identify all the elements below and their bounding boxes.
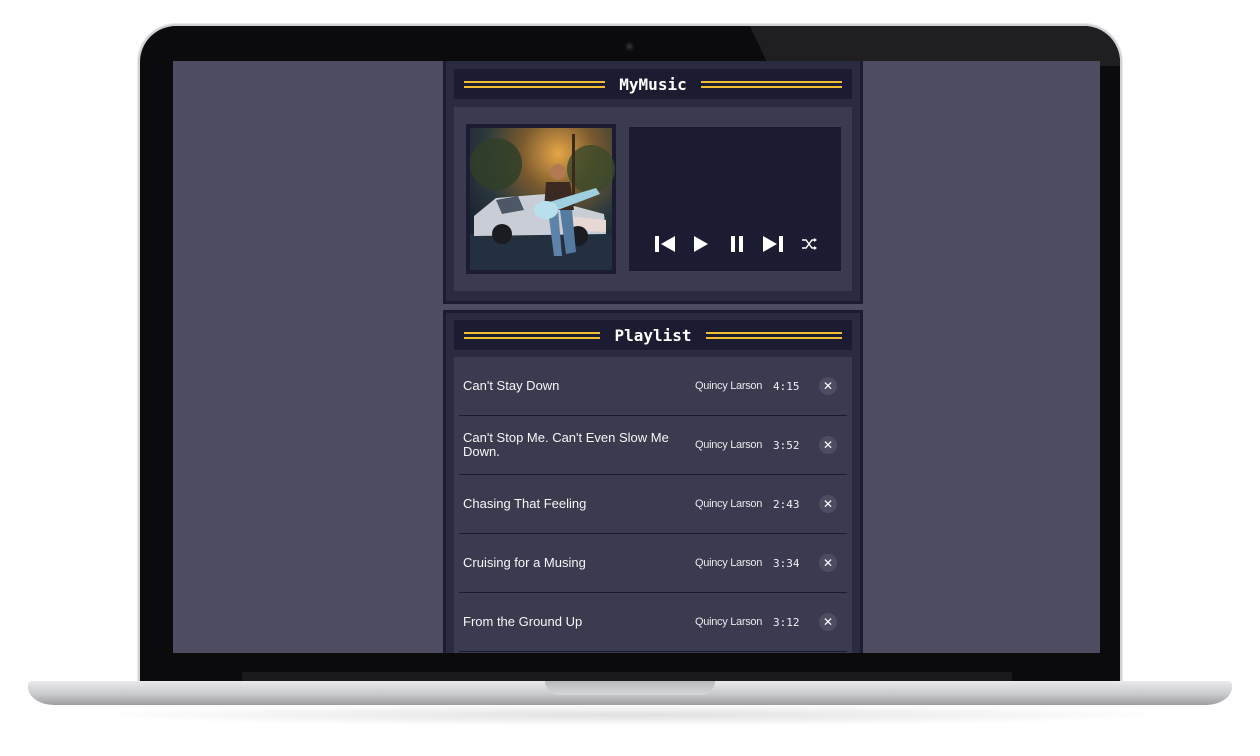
delete-song-button[interactable]: ✕ xyxy=(819,495,837,513)
delete-song-button[interactable]: ✕ xyxy=(819,377,837,395)
bezel-glare xyxy=(750,26,1120,66)
shuffle-button[interactable] xyxy=(791,233,827,255)
song-title[interactable]: Can't Stop Me. Can't Even Slow Me Down. xyxy=(463,431,683,459)
title-decoration-right xyxy=(700,80,842,88)
next-button[interactable] xyxy=(755,233,791,255)
title-decoration-left xyxy=(464,331,601,339)
song-artist: Quincy Larson xyxy=(695,439,763,451)
playlist-title-bar: Playlist xyxy=(454,320,852,350)
song-title[interactable]: Chasing That Feeling xyxy=(463,497,683,511)
song-duration: 4:15 xyxy=(773,379,800,393)
delete-song-button[interactable]: ✕ xyxy=(819,554,837,572)
delete-song-button[interactable]: ✕ xyxy=(819,613,837,631)
close-icon: ✕ xyxy=(822,379,834,393)
song-duration: 3:34 xyxy=(773,556,800,570)
playlist-title: Playlist xyxy=(614,325,692,345)
song-artist: Quincy Larson xyxy=(695,557,763,569)
pause-button[interactable] xyxy=(719,233,755,255)
song-title[interactable]: From the Ground Up xyxy=(463,615,683,629)
song-row[interactable]: Cruising for a Musing Quincy Larson 3:34… xyxy=(459,534,847,593)
song-artist: Quincy Larson xyxy=(695,616,763,628)
play-icon xyxy=(694,236,708,252)
player-display xyxy=(629,127,841,271)
player-controls xyxy=(647,233,827,255)
playlist-content: Can't Stay Down Quincy Larson 4:15 ✕ Can… xyxy=(454,357,852,653)
player-title-bar: MyMusic xyxy=(454,69,852,99)
delete-song-button[interactable]: ✕ xyxy=(819,436,837,454)
player-content xyxy=(454,107,852,291)
song-duration: 3:12 xyxy=(773,615,800,629)
close-icon: ✕ xyxy=(822,438,834,452)
laptop-screen-frame: MyMusic Playlist Can't Stay Down Quincy … xyxy=(140,26,1120,686)
screen: MyMusic Playlist Can't Stay Down Quincy … xyxy=(173,61,1100,653)
album-art xyxy=(466,124,616,274)
next-icon xyxy=(763,236,783,252)
song-title[interactable]: Cruising for a Musing xyxy=(463,556,683,570)
app-title: MyMusic xyxy=(619,74,687,94)
webcam-icon xyxy=(625,42,634,51)
shuffle-icon xyxy=(802,238,817,250)
play-button[interactable] xyxy=(683,233,719,255)
player-panel: MyMusic xyxy=(443,61,863,304)
previous-button[interactable] xyxy=(647,233,683,255)
laptop-shadow xyxy=(80,704,1180,726)
playlist-panel: Playlist Can't Stay Down Quincy Larson 4… xyxy=(443,310,863,653)
previous-icon xyxy=(655,236,675,252)
close-icon: ✕ xyxy=(822,556,834,570)
pause-icon xyxy=(731,236,743,252)
close-icon: ✕ xyxy=(822,615,834,629)
song-artist: Quincy Larson xyxy=(695,498,763,510)
song-artist: Quincy Larson xyxy=(695,380,763,392)
close-icon: ✕ xyxy=(822,497,834,511)
song-row[interactable]: Can't Stay Down Quincy Larson 4:15 ✕ xyxy=(459,357,847,416)
music-player-app: MyMusic Playlist Can't Stay Down Quincy … xyxy=(443,61,863,653)
laptop-notch xyxy=(545,681,715,695)
song-row[interactable]: Chasing That Feeling Quincy Larson 2:43 … xyxy=(459,475,847,534)
song-duration: 3:52 xyxy=(773,438,800,452)
song-row[interactable]: From the Ground Up Quincy Larson 3:12 ✕ xyxy=(459,593,847,652)
title-decoration-right xyxy=(705,331,842,339)
song-list: Can't Stay Down Quincy Larson 4:15 ✕ Can… xyxy=(454,357,852,652)
song-title[interactable]: Can't Stay Down xyxy=(463,379,683,393)
title-decoration-left xyxy=(464,80,606,88)
song-duration: 2:43 xyxy=(773,497,800,511)
album-art-image xyxy=(470,128,615,270)
song-row[interactable]: Can't Stop Me. Can't Even Slow Me Down. … xyxy=(459,416,847,475)
